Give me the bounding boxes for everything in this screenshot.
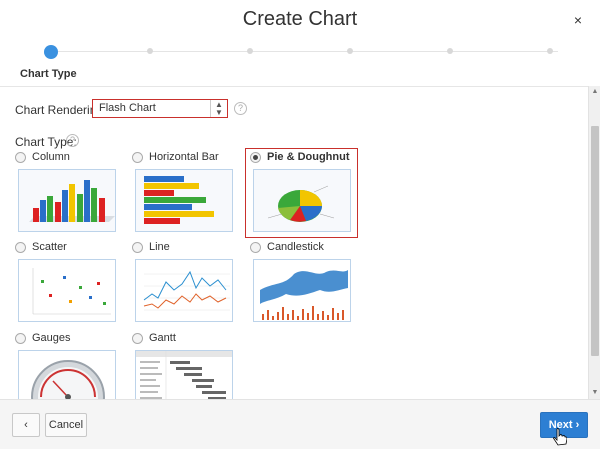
- previous-button[interactable]: ‹: [12, 413, 40, 437]
- close-icon[interactable]: ×: [574, 12, 582, 28]
- option-gantt-label: Gantt: [149, 332, 176, 344]
- wizard-step-dot: [247, 48, 253, 54]
- option-scatter-label: Scatter: [32, 241, 67, 253]
- vertical-scrollbar[interactable]: ▲ ▼: [588, 86, 600, 399]
- chart-rendering-value: Flash Chart: [99, 102, 156, 114]
- wizard-step-dot: [547, 48, 553, 54]
- header-divider: [0, 86, 588, 87]
- candlestick-chart-preview[interactable]: [253, 259, 351, 322]
- wizard-step-label: Chart Type: [20, 68, 77, 80]
- radio-pie-doughnut[interactable]: [250, 152, 261, 163]
- option-pie-doughnut-label: Pie & Doughnut: [267, 151, 350, 163]
- option-gauges-label: Gauges: [32, 332, 71, 344]
- radio-gantt[interactable]: [132, 333, 143, 344]
- radio-column[interactable]: [15, 152, 26, 163]
- radio-scatter[interactable]: [15, 242, 26, 253]
- dialog-title: Create Chart: [242, 8, 358, 30]
- pie-chart-preview[interactable]: [253, 169, 351, 232]
- option-column-label: Column: [32, 151, 70, 163]
- radio-line[interactable]: [132, 242, 143, 253]
- radio-horizontal-bar[interactable]: [132, 152, 143, 163]
- scroll-up-icon[interactable]: ▲: [591, 88, 599, 96]
- radio-candlestick[interactable]: [250, 242, 261, 253]
- scroll-down-icon[interactable]: ▼: [591, 389, 599, 397]
- scroll-thumb[interactable]: [591, 126, 599, 356]
- radio-gauges[interactable]: [15, 333, 26, 344]
- scatter-chart-preview[interactable]: [18, 259, 116, 322]
- option-candlestick-label: Candlestick: [267, 241, 324, 253]
- select-arrows-icon: ▲ ▼: [210, 100, 227, 117]
- wizard-step-dot: [147, 48, 153, 54]
- wizard-step-dot: [447, 48, 453, 54]
- chart-rendering-label: Chart Rendering: [15, 103, 104, 117]
- rendering-help-icon[interactable]: ?: [234, 102, 247, 115]
- chart-type-help-icon[interactable]: ?: [66, 134, 79, 147]
- horizontal-bar-chart-preview[interactable]: [135, 169, 233, 232]
- chevron-right-icon: ›: [575, 419, 580, 431]
- wizard-track: [58, 51, 558, 52]
- line-chart-preview[interactable]: [135, 259, 233, 322]
- dialog-footer: ‹ Cancel Next ›: [0, 399, 600, 449]
- create-chart-dialog: Create Chart × Chart Type ▲ ▼ Chart Rend…: [0, 0, 600, 449]
- chevron-left-icon: ‹: [24, 419, 28, 431]
- option-horizontal-bar-label: Horizontal Bar: [149, 151, 219, 163]
- wizard-step-current: [44, 45, 58, 59]
- option-line-label: Line: [149, 241, 170, 253]
- chart-rendering-select[interactable]: Flash Chart ▲ ▼: [92, 99, 228, 118]
- wizard-step-dot: [347, 48, 353, 54]
- cancel-button[interactable]: Cancel: [45, 413, 87, 437]
- hand-cursor-icon: [553, 428, 567, 446]
- column-chart-preview[interactable]: [18, 169, 116, 232]
